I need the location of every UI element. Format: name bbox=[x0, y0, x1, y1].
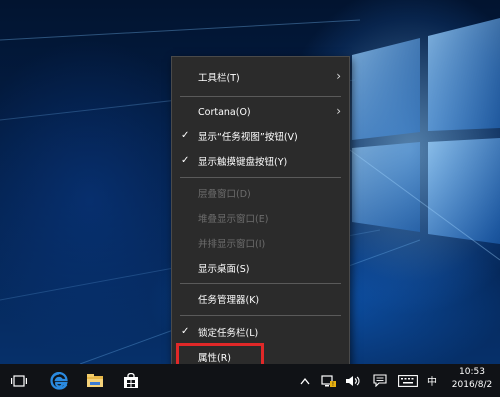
menu-item-cascade-windows: 层叠窗口(D) bbox=[172, 182, 349, 204]
chevron-right-icon: › bbox=[336, 104, 341, 118]
touch-keyboard-icon bbox=[398, 374, 418, 387]
network-icon: ! bbox=[321, 374, 336, 388]
file-explorer-icon bbox=[87, 374, 103, 387]
menu-item-label: 层叠窗口(D) bbox=[198, 189, 251, 200]
menu-separator bbox=[180, 177, 341, 178]
chevron-up-icon bbox=[300, 377, 310, 384]
menu-item-label: 任务管理器(K) bbox=[198, 295, 260, 306]
volume-icon bbox=[346, 375, 360, 386]
menu-item-stack-windows: 堆叠显示窗口(E) bbox=[172, 207, 349, 229]
menu-item-label: 工具栏(T) bbox=[198, 73, 240, 84]
menu-item-label: 显示触摸键盘按钮(Y) bbox=[198, 157, 288, 168]
menu-item-task-manager[interactable]: 任务管理器(K) bbox=[172, 288, 349, 310]
action-center-button[interactable] bbox=[370, 364, 390, 397]
action-center-icon bbox=[373, 374, 387, 387]
menu-item-lock-taskbar[interactable]: ✓ 锁定任务栏(L) bbox=[172, 321, 349, 343]
store-icon bbox=[124, 372, 138, 388]
clock-date: 2016/8/2 bbox=[451, 380, 493, 390]
checkmark-icon: ✓ bbox=[181, 155, 190, 166]
menu-item-toolbars[interactable]: 工具栏(T) › bbox=[172, 66, 349, 88]
menu-item-label: 堆叠显示窗口(E) bbox=[198, 214, 269, 225]
chevron-right-icon: › bbox=[336, 69, 341, 83]
volume-button[interactable] bbox=[344, 364, 362, 397]
menu-item-label: 显示桌面(S) bbox=[198, 264, 250, 275]
menu-item-show-task-view-button[interactable]: ✓ 显示“任务视图”按钮(V) bbox=[172, 125, 349, 147]
clock[interactable]: 10:53 2016/8/2 bbox=[446, 366, 498, 392]
menu-item-label: Cortana(O) bbox=[198, 106, 251, 118]
ime-indicator[interactable]: 中 bbox=[424, 364, 440, 397]
menu-item-cortana[interactable]: Cortana(O) › bbox=[172, 101, 349, 123]
menu-item-label: 并排显示窗口(I) bbox=[198, 239, 266, 250]
store-button[interactable] bbox=[118, 364, 144, 397]
checkmark-icon: ✓ bbox=[181, 326, 190, 337]
task-view-icon bbox=[11, 374, 27, 387]
clock-time: 10:53 bbox=[459, 367, 485, 377]
menu-item-show-touch-keyboard-button[interactable]: ✓ 显示触摸键盘按钮(Y) bbox=[172, 150, 349, 172]
menu-item-label: 显示“任务视图”按钮(V) bbox=[198, 132, 298, 143]
taskbar-context-menu: 工具栏(T) › Cortana(O) › ✓ 显示“任务视图”按钮(V) ✓ … bbox=[171, 56, 350, 374]
svg-text:!: ! bbox=[332, 381, 334, 388]
show-hidden-icons-button[interactable] bbox=[298, 364, 312, 397]
menu-item-side-by-side-windows: 并排显示窗口(I) bbox=[172, 232, 349, 254]
menu-item-show-desktop[interactable]: 显示桌面(S) bbox=[172, 257, 349, 279]
task-view-button[interactable] bbox=[6, 364, 32, 397]
file-explorer-button[interactable] bbox=[82, 364, 108, 397]
menu-separator bbox=[180, 283, 341, 284]
menu-item-label: 锁定任务栏(L) bbox=[198, 328, 259, 339]
menu-separator bbox=[180, 96, 341, 97]
edge-button[interactable] bbox=[46, 364, 72, 397]
network-button[interactable]: ! bbox=[320, 364, 338, 397]
menu-separator bbox=[180, 315, 341, 316]
taskbar[interactable]: ! 中 bbox=[0, 364, 500, 397]
touch-keyboard-button[interactable] bbox=[396, 364, 420, 397]
checkmark-icon: ✓ bbox=[181, 130, 190, 141]
edge-icon bbox=[50, 371, 68, 390]
